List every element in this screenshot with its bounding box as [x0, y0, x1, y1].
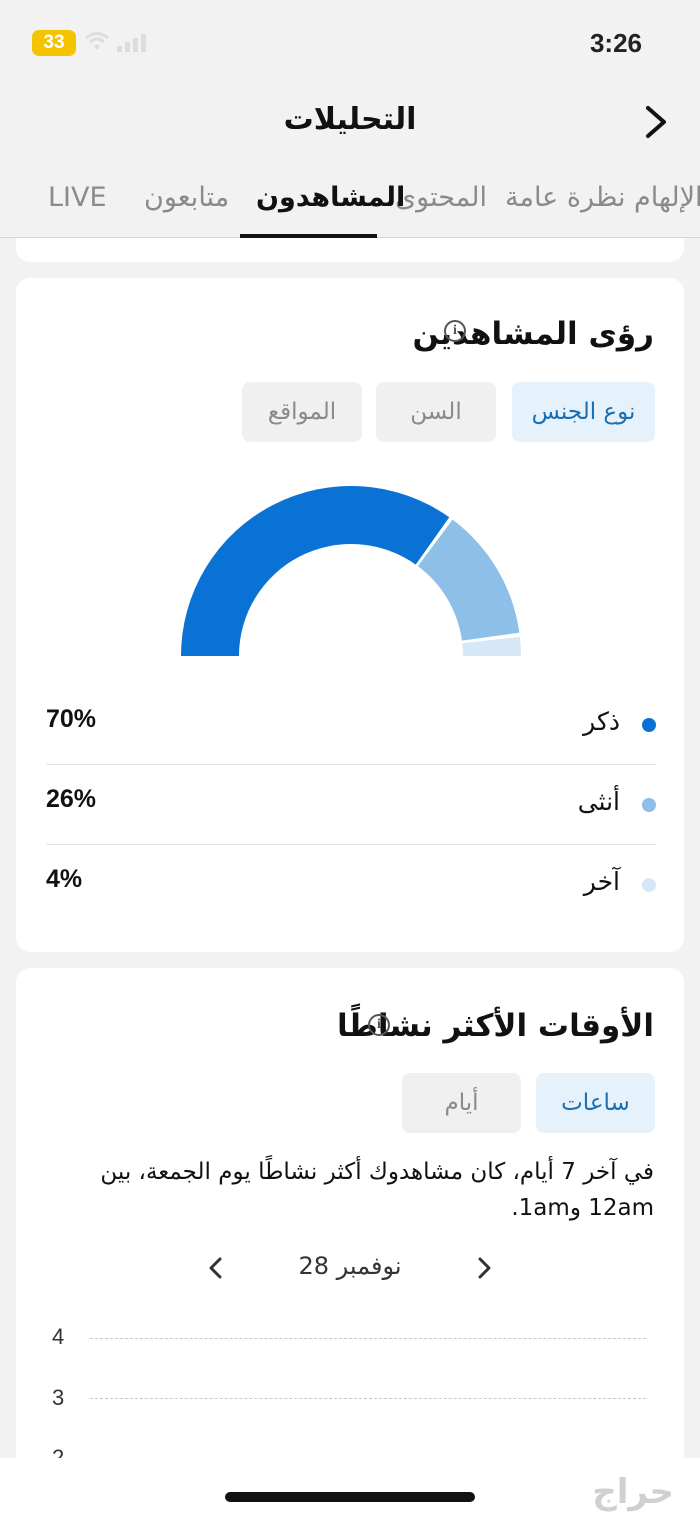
- battery-icon: 33: [32, 30, 76, 56]
- status-bar: 33 3:26: [0, 0, 700, 80]
- wifi-icon: [85, 32, 109, 50]
- watermark-logo: حراج: [592, 1472, 674, 1512]
- date-label: 28 نوفمبر: [298, 1252, 402, 1280]
- date-navigator: 28 نوفمبر: [16, 1238, 684, 1298]
- gender-donut-chart: [181, 486, 521, 656]
- status-time: 3:26: [589, 28, 642, 58]
- segment-age[interactable]: السن: [376, 382, 496, 442]
- y-axis-tick: 4: [52, 1324, 65, 1349]
- info-icon[interactable]: i: [444, 320, 466, 342]
- legend-row: ذكر 70%: [46, 685, 656, 765]
- active-times-card: الأوقات الأكثر نشاطًا i ساعات أيام في آخ…: [16, 968, 684, 1468]
- grid-line: [90, 1338, 646, 1339]
- legend-row: أنثى 26%: [46, 765, 656, 845]
- nav-header: التحليلات: [0, 90, 700, 160]
- page-title: التحليلات: [283, 102, 417, 137]
- legend-label: ذكر: [583, 707, 620, 736]
- legend-label: آخر: [583, 867, 620, 896]
- donut-slice-other: [462, 636, 521, 656]
- tab-live[interactable]: LIVE: [48, 182, 107, 213]
- legend-value: 26%: [46, 785, 97, 813]
- y-axis-tick: 2: [52, 1445, 65, 1458]
- previous-card-edge: [16, 238, 684, 262]
- home-indicator[interactable]: [225, 1492, 475, 1502]
- legend-dot-other: [642, 878, 656, 892]
- segment-gender[interactable]: نوع الجنس: [512, 382, 655, 442]
- tab-overview[interactable]: نظرة عامة: [505, 182, 626, 213]
- viewer-insights-card: رؤى المشاهدين i نوع الجنس السن المواقع ذ…: [16, 278, 684, 952]
- bottom-bar: حراج: [0, 1458, 700, 1516]
- tab-inspiration[interactable]: الإلهام: [634, 182, 700, 213]
- segment-days[interactable]: أيام: [402, 1073, 521, 1133]
- next-date-chevron-icon[interactable]: [470, 1254, 498, 1282]
- segment-locations[interactable]: المواقع: [242, 382, 362, 442]
- y-axis-tick: 3: [52, 1385, 65, 1410]
- info-icon[interactable]: i: [368, 1014, 390, 1036]
- legend-dot-female: [642, 798, 656, 812]
- legend-dot-male: [642, 718, 656, 732]
- grid-line: [90, 1398, 646, 1399]
- segment-hours[interactable]: ساعات: [536, 1073, 655, 1133]
- tab-bar: الإلهام نظرة عامة المحتوى المشاهدون متاب…: [0, 170, 700, 238]
- legend-value: 70%: [46, 705, 97, 733]
- tab-content[interactable]: المحتوى: [395, 182, 487, 213]
- signal-icon: [117, 34, 146, 52]
- tab-followers[interactable]: متابعون: [144, 182, 229, 213]
- legend-row: آخر 4%: [46, 845, 656, 925]
- legend-value: 4%: [46, 865, 83, 893]
- donut-slice-male: [181, 486, 450, 656]
- active-times-summary: في آخر 7 أيام، كان مشاهدوك أكثر نشاطًا ي…: [100, 1159, 654, 1221]
- legend-label: أنثى: [577, 787, 620, 816]
- tab-viewers[interactable]: المشاهدون: [256, 182, 405, 213]
- back-chevron-icon[interactable]: [634, 100, 678, 144]
